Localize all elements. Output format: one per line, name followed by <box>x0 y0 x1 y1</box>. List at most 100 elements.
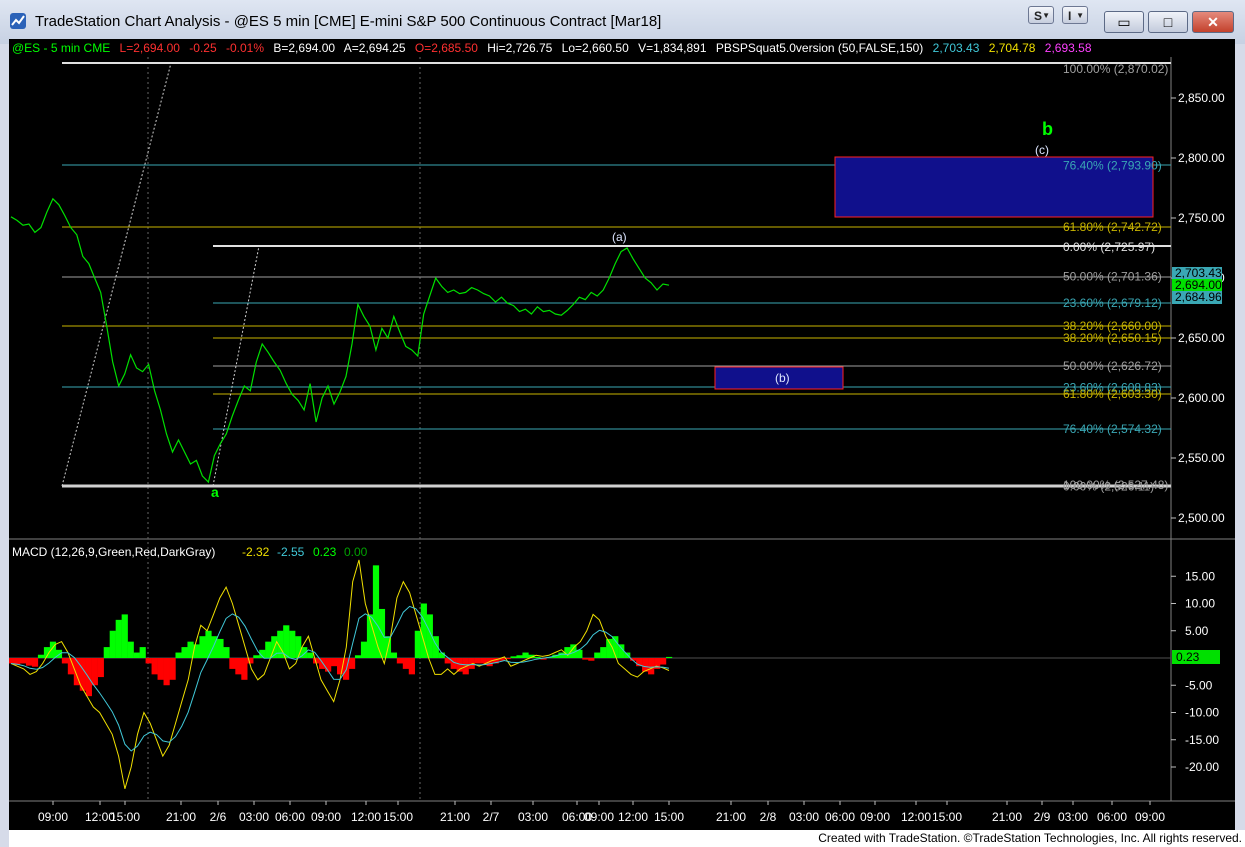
macd-histogram-bar <box>325 658 332 672</box>
maximize-button[interactable]: □ <box>1148 11 1188 33</box>
time-axis-label: 03:00 <box>789 810 819 824</box>
macd-histogram-bar <box>121 614 128 658</box>
time-axis-label: 06:00 <box>275 810 305 824</box>
price-axis-label: 2,850.00 <box>1178 91 1225 105</box>
time-axis-label: 2/6 <box>210 810 227 824</box>
macd-histogram-bar <box>354 655 362 658</box>
macd-histogram-bar <box>253 655 260 658</box>
i-menu-button[interactable]: I ▼ <box>1062 6 1088 24</box>
macd-histogram-bar <box>480 658 487 664</box>
fib-label: 61.80% (2,603.30) <box>1063 387 1162 401</box>
macd-histogram-bar <box>396 658 404 664</box>
macd-histogram-bar <box>600 647 607 658</box>
time-axis-label: 21:00 <box>992 810 1022 824</box>
copyright-text: Created with TradeStation. ©TradeStation… <box>818 831 1242 845</box>
wave-label-wb: (b) <box>775 371 790 385</box>
time-axis-label: 12:00 <box>618 810 648 824</box>
chart-area[interactable]: @ES - 5 min CME L=2,694.00 -0.25 -0.01% … <box>9 39 1235 830</box>
minimize-button[interactable]: ▭ <box>1104 11 1144 33</box>
time-axis-label: 15:00 <box>383 810 413 824</box>
macd-histogram-bar <box>97 658 104 678</box>
macd-histogram-bar <box>408 658 415 675</box>
wave-label-c: (c) <box>1035 143 1049 157</box>
price-axis-label: 2,600.00 <box>1178 391 1225 405</box>
macd-histogram-bar <box>235 658 242 675</box>
macd-histogram-bar <box>37 654 45 658</box>
macd-histogram-bar <box>582 658 589 660</box>
macd-histogram-bar <box>660 658 667 665</box>
time-axis: 09:00 12:0015:00 21:00 2/6 03:00 06:00 09:00 12… <box>38 801 1165 824</box>
macd-histogram-bar <box>558 652 565 658</box>
macd-histogram-bar <box>199 636 206 658</box>
macd-histogram-bar <box>241 658 248 680</box>
macd-histogram-bar <box>331 658 338 667</box>
time-axis-label: 12:00 <box>351 810 381 824</box>
price-axis: 2,850.002,800.002,750.002,700.002,650.00… <box>1171 91 1225 525</box>
minimize-icon: ▭ <box>1117 14 1131 30</box>
macd-axis: 15.00 10.00 5.00 -5.00 -10.00 -15.00 -20.00 <box>1171 569 1219 774</box>
fib-label: 76.40% (2,793.90) <box>1063 158 1162 172</box>
macd-histogram-bar <box>127 641 134 658</box>
macd-histogram-bar <box>372 565 380 658</box>
macd-histogram-bar <box>151 658 158 675</box>
macd-histogram-bar <box>390 652 398 658</box>
macd-value-3: 0.23 <box>313 545 337 559</box>
fib-label: 50.00% (2,626.72) <box>1063 359 1162 373</box>
macd-histogram-bar <box>301 647 308 658</box>
time-axis-label: 2/8 <box>760 810 777 824</box>
macd-axis-label: -10.00 <box>1185 706 1219 720</box>
s-menu-button[interactable]: S ▼ <box>1028 6 1054 24</box>
macd-histogram-bar <box>666 656 673 658</box>
wave-label-a: a <box>211 484 219 500</box>
macd-axis-label: -5.00 <box>1185 678 1213 692</box>
fibonacci-lines <box>61 62 1171 488</box>
time-axis-label: 15:00 <box>110 810 140 824</box>
tradestation-app-icon <box>10 13 26 29</box>
time-axis-label: 09:00 <box>311 810 341 824</box>
macd-histogram-bar <box>474 658 481 664</box>
macd-axis-label: 5.00 <box>1185 624 1209 638</box>
macd-histogram-bar <box>265 641 272 658</box>
price-series <box>10 197 670 484</box>
macd-axis-label: 10.00 <box>1185 597 1215 611</box>
fib-label: 38.20% (2,650.15) <box>1063 331 1162 345</box>
price-axis-label: 2,800.00 <box>1178 151 1225 165</box>
dropdown-arrow-icon: ▼ <box>1076 11 1084 20</box>
window-titlebar: TradeStation Chart Analysis - @ES 5 min … <box>0 0 1245 44</box>
fib-label: 0.00% (2,725.97) <box>1063 240 1155 254</box>
fib-label: 50.00% (2,701.36) <box>1063 269 1162 283</box>
time-axis-label: 21:00 <box>440 810 470 824</box>
time-axis-label: 21:00 <box>166 810 196 824</box>
time-axis-label: 21:00 <box>716 810 746 824</box>
macd-tag: 0.23 <box>1176 650 1200 664</box>
macd-value-2: -2.55 <box>277 545 305 559</box>
close-button[interactable]: ✕ <box>1192 11 1234 33</box>
macd-histogram-bar <box>510 656 517 658</box>
macd-axis-label: -15.00 <box>1185 733 1219 747</box>
macd-histogram-bar <box>348 658 356 669</box>
macd-histogram-bar <box>133 652 140 658</box>
macd-histogram-bar <box>163 658 170 686</box>
macd-axis-label: -20.00 <box>1185 760 1219 774</box>
macd-histogram-bar <box>145 658 152 664</box>
fib-label: 100.00% (2,870.02) <box>1063 62 1168 76</box>
time-axis-label: 2/7 <box>483 810 500 824</box>
time-axis-label: 03:00 <box>518 810 548 824</box>
time-axis-label: 2/9 <box>1034 810 1051 824</box>
time-axis-label: 09:00 <box>1135 810 1165 824</box>
time-axis-label: 09:00 <box>38 810 68 824</box>
price-axis-label: 2,550.00 <box>1178 451 1225 465</box>
macd-histogram-bar <box>115 619 122 658</box>
time-axis-label: 09:00 <box>584 810 614 824</box>
maximize-icon: □ <box>1163 14 1173 30</box>
dropdown-arrow-icon: ▼ <box>1042 11 1050 20</box>
macd-title: MACD (12,26,9,Green,Red,DarkGray) <box>12 545 215 559</box>
macd-histogram-bar <box>109 630 116 658</box>
macd-value-4: 0.00 <box>344 545 368 559</box>
fib-label: 0.00% (2,526.11) <box>1063 480 1154 494</box>
macd-histogram-bar <box>61 658 69 664</box>
fib-label: 23.60% (2,679.12) <box>1063 296 1162 310</box>
macd-histogram-bar <box>516 655 523 658</box>
wave-label-b: b <box>1042 119 1053 139</box>
price-tag-low: 2,684.96 <box>1175 290 1222 304</box>
